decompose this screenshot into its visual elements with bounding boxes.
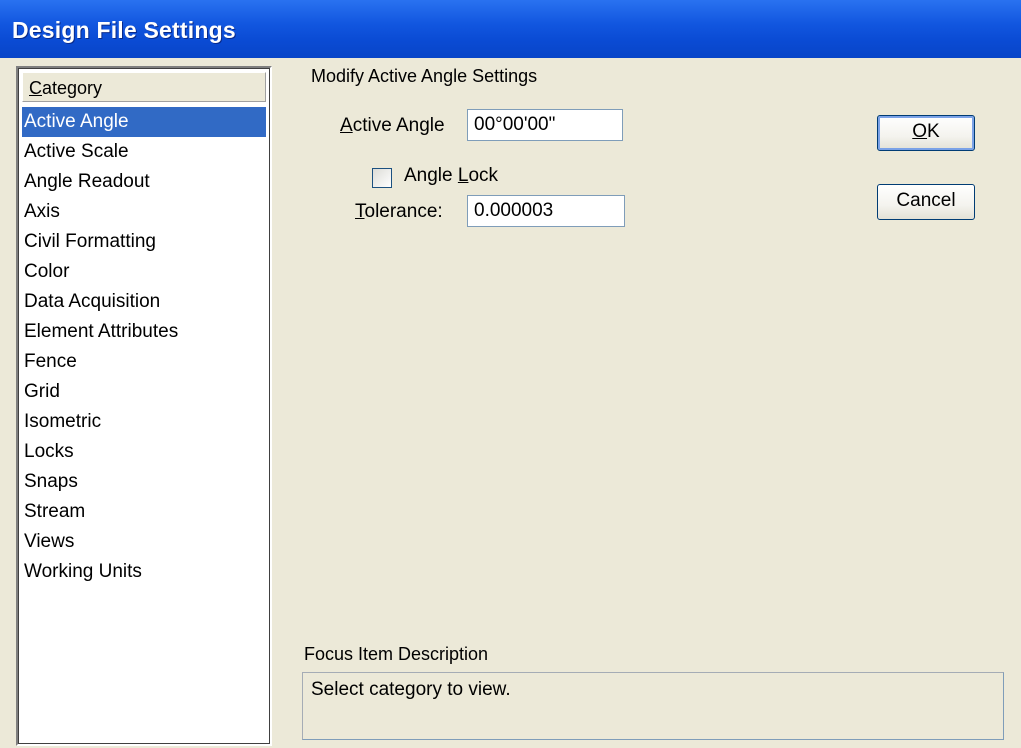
- focus-item-description-box: Select category to view.: [302, 672, 1004, 740]
- tolerance-mnemonic: T: [355, 201, 365, 222]
- category-item-fence[interactable]: Fence: [22, 347, 266, 377]
- category-item-civil-formatting[interactable]: Civil Formatting: [22, 227, 266, 257]
- ok-button-mnemonic: O: [912, 121, 928, 142]
- focus-item-description-text: Select category to view.: [311, 679, 511, 700]
- angle-lock-label[interactable]: Angle Lock: [404, 165, 498, 187]
- ok-button[interactable]: OK: [877, 115, 975, 151]
- category-item-stream[interactable]: Stream: [22, 497, 266, 527]
- category-item-locks[interactable]: Locks: [22, 437, 266, 467]
- active-angle-mnemonic: A: [340, 115, 353, 136]
- category-panel: Category Active Angle Active Scale Angle R…: [16, 66, 272, 746]
- design-file-settings-dialog: Design File Settings Category Active Ang…: [0, 0, 1021, 748]
- category-item-active-angle[interactable]: Active Angle: [22, 107, 266, 137]
- category-item-working-units[interactable]: Working Units: [22, 557, 266, 587]
- category-item-element-attributes[interactable]: Element Attributes: [22, 317, 266, 347]
- focus-item-description-label: Focus Item Description: [304, 644, 489, 664]
- category-item-isometric[interactable]: Isometric: [22, 407, 266, 437]
- category-item-angle-readout[interactable]: Angle Readout: [22, 167, 266, 197]
- category-item-axis[interactable]: Axis: [22, 197, 266, 227]
- angle-lock-label-post: ock: [468, 165, 499, 186]
- angle-lock-checkbox[interactable]: [372, 168, 392, 188]
- title-bar[interactable]: Design File Settings: [0, 0, 1021, 58]
- angle-lock-mnemonic: L: [457, 165, 469, 186]
- category-item-views[interactable]: Views: [22, 527, 266, 557]
- dialog-client-area: Category Active Angle Active Scale Angle R…: [0, 58, 1021, 748]
- category-column-header[interactable]: Category: [22, 72, 266, 102]
- cancel-button[interactable]: Cancel: [877, 184, 975, 220]
- angle-lock-label-pre: Angle: [404, 165, 458, 186]
- category-header-label: ategory: [42, 78, 103, 98]
- category-header-mnemonic: C: [29, 78, 42, 98]
- active-angle-input[interactable]: [467, 109, 623, 141]
- active-angle-label-text: ctive Angle: [352, 115, 445, 136]
- category-item-active-scale[interactable]: Active Scale: [22, 137, 266, 167]
- category-list: Active Angle Active Scale Angle Readout Axi…: [22, 107, 266, 587]
- category-item-color[interactable]: Color: [22, 257, 266, 287]
- category-item-data-acquisition[interactable]: Data Acquisition: [22, 287, 266, 317]
- tolerance-label-text: olerance:: [364, 201, 443, 222]
- tolerance-input[interactable]: [467, 195, 625, 227]
- tolerance-label: Tolerance:: [355, 201, 443, 223]
- active-angle-label: Active Angle: [340, 115, 445, 137]
- ok-button-label: K: [927, 121, 940, 142]
- category-item-grid[interactable]: Grid: [22, 377, 266, 407]
- category-item-snaps[interactable]: Snaps: [22, 467, 266, 497]
- window-title: Design File Settings: [12, 17, 236, 43]
- section-title: Modify Active Angle Settings: [311, 66, 538, 86]
